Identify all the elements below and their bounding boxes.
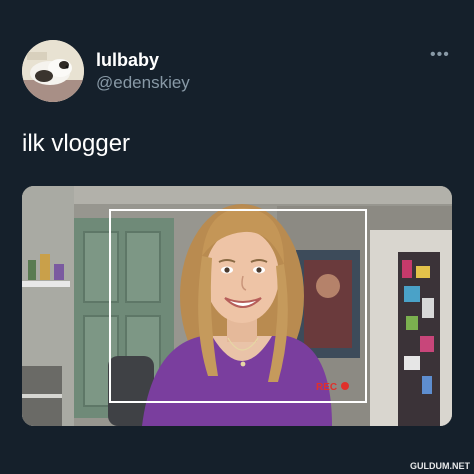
tweet-text: ilk vlogger [22, 130, 131, 157]
avatar[interactable] [22, 40, 84, 102]
user-handle[interactable]: @edenskiey [96, 73, 190, 93]
watermark: GULDUM.NET [410, 461, 470, 471]
avatar-image [22, 40, 84, 102]
tweet-image[interactable]: REC [22, 186, 452, 426]
rec-dot-icon [341, 382, 349, 390]
vlog-photo: REC [22, 186, 452, 426]
more-options-icon[interactable]: ••• [430, 47, 452, 63]
display-name[interactable]: lulbaby [96, 50, 159, 71]
rec-label: REC [316, 382, 337, 393]
